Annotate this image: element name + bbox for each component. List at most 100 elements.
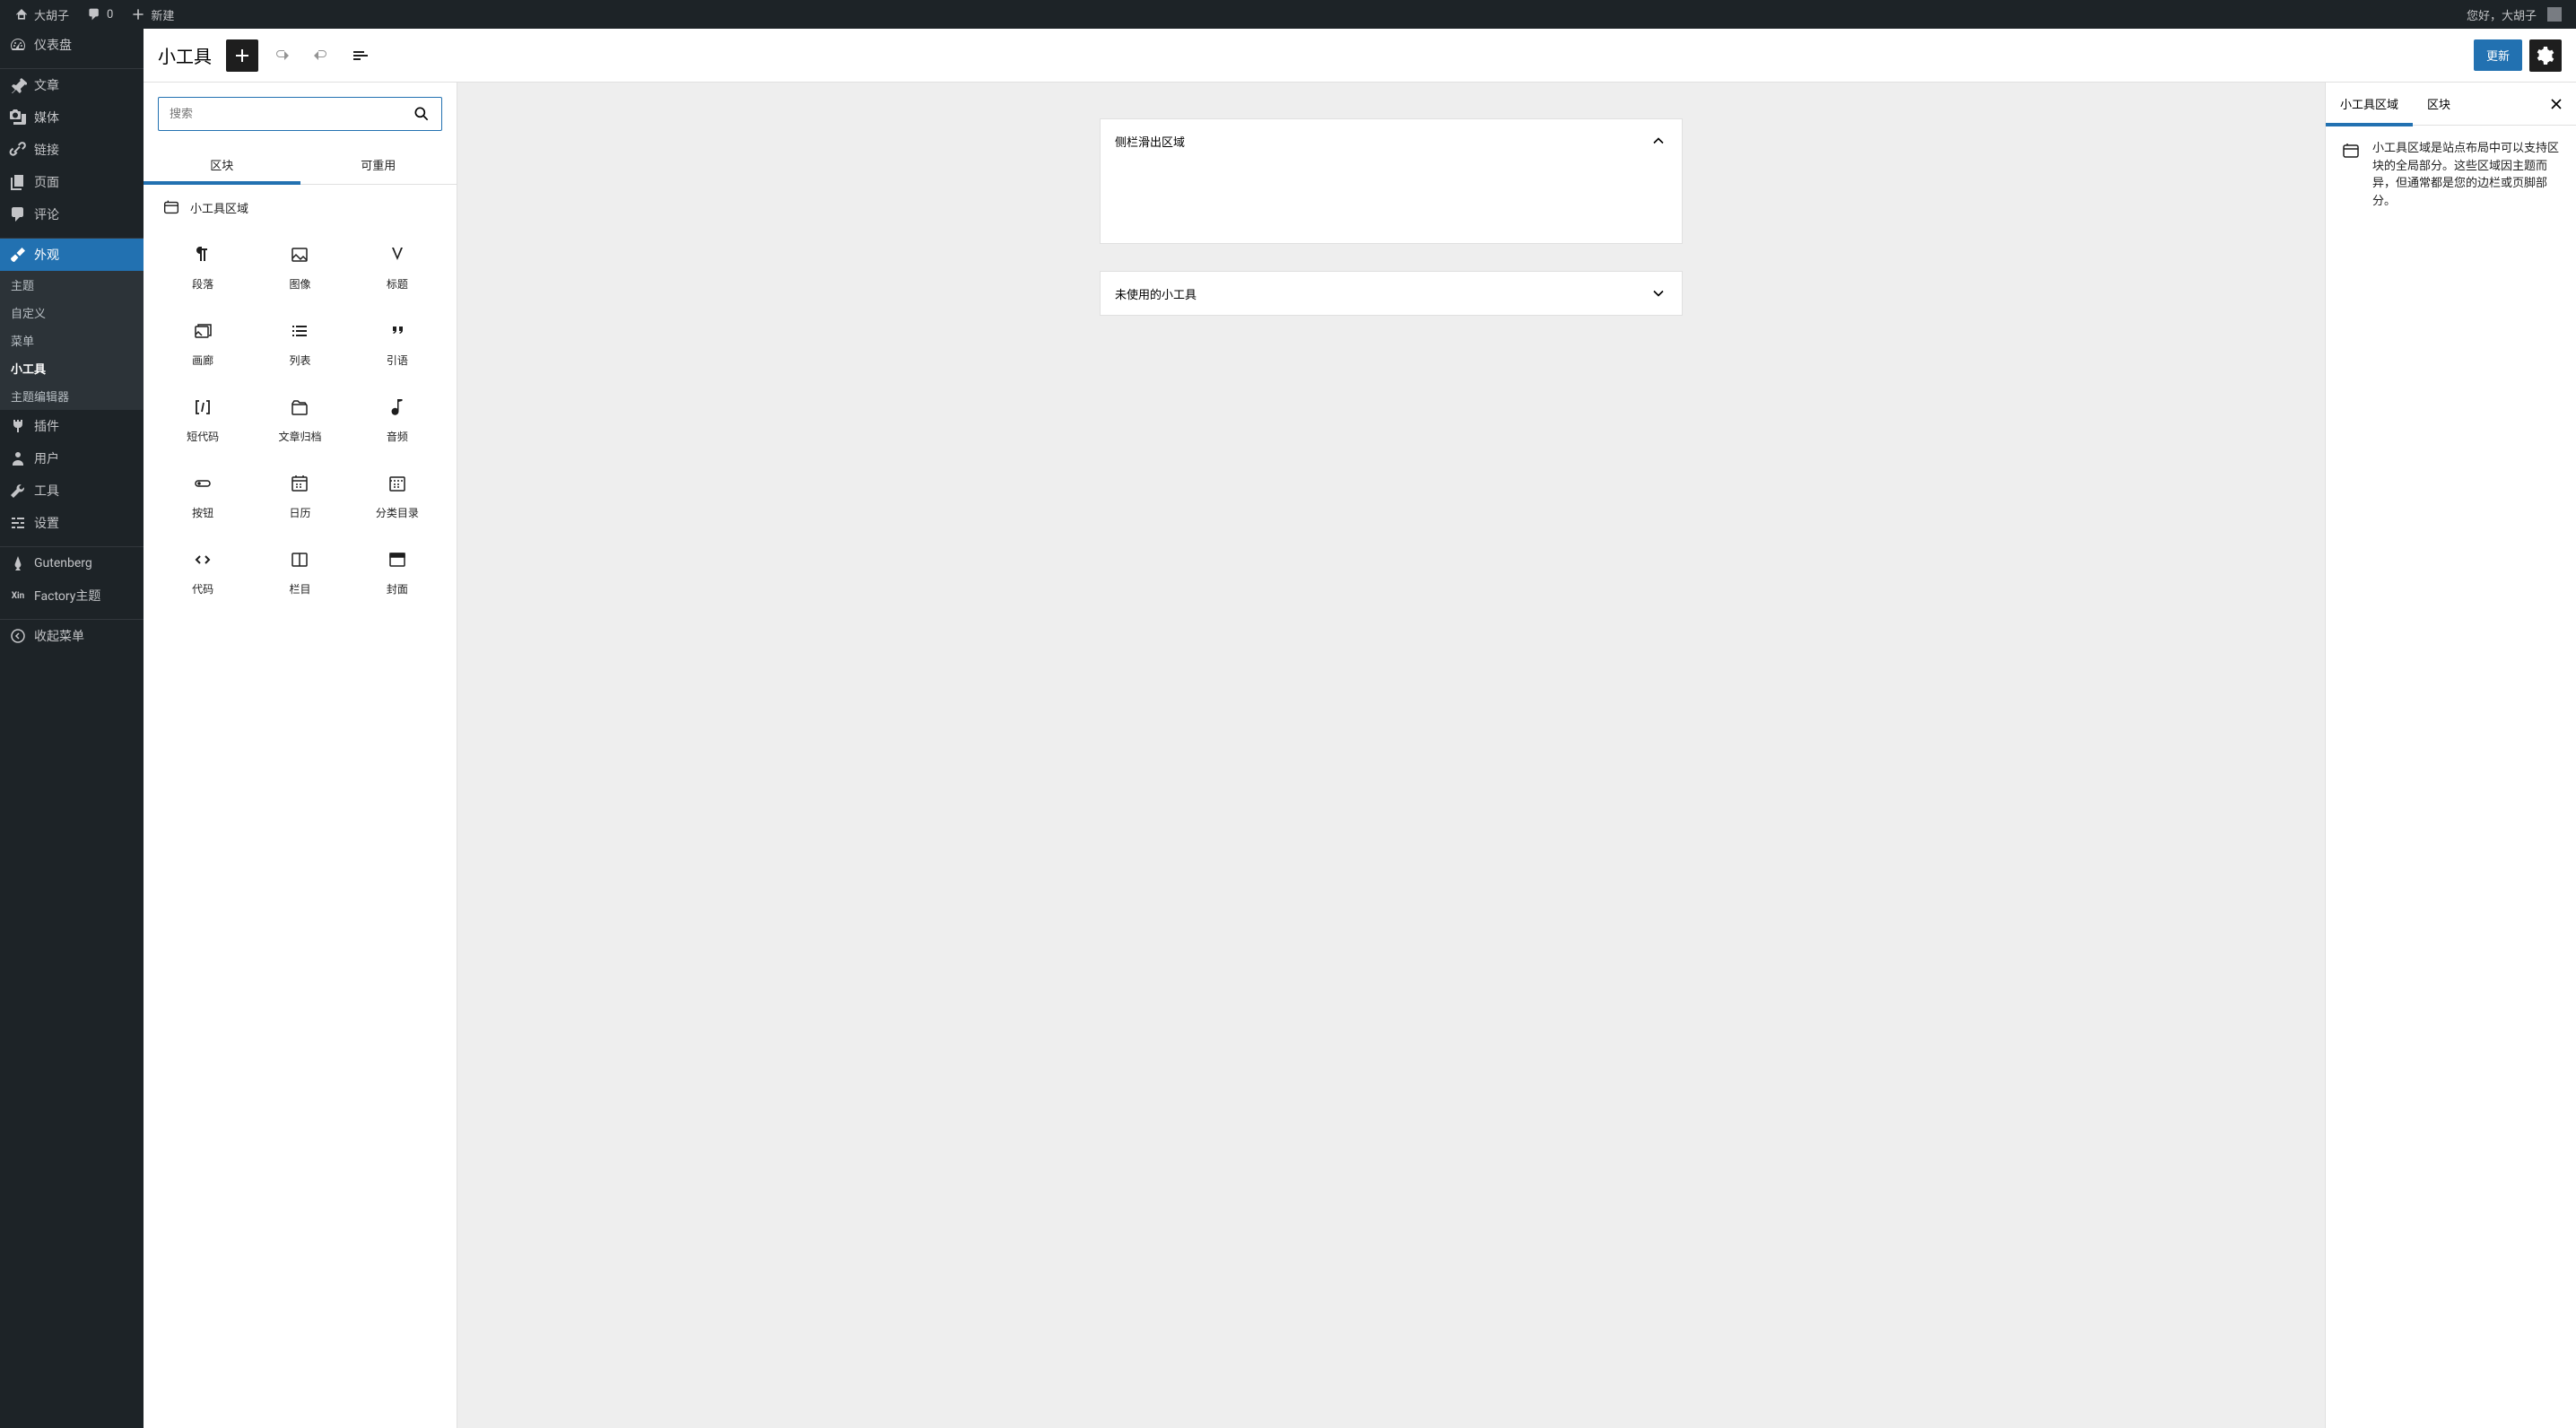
calendar-icon [289,473,310,494]
block-item-paragraph[interactable]: 段落 [154,230,251,306]
block-label: 短代码 [187,429,219,444]
dashboard-icon [9,36,27,54]
block-item-categories[interactable]: 分类目录 [349,458,446,535]
gallery-icon [192,320,213,342]
quote-icon [387,320,408,342]
block-label: 音频 [387,429,408,444]
submenu-widgets[interactable]: 小工具 [0,354,144,382]
panel-title: 未使用的小工具 [1115,285,1197,302]
link-icon [9,141,27,159]
media-icon [9,109,27,126]
block-label: 代码 [192,581,213,596]
redo-icon [310,45,332,66]
block-item-list[interactable]: 列表 [251,306,348,382]
columns-icon [289,549,310,570]
page-icon [9,173,27,191]
sidebar-item-comments[interactable]: 评论 [0,198,144,231]
heading-icon [387,244,408,266]
block-item-calendar[interactable]: 日历 [251,458,348,535]
block-item-quote[interactable]: 引语 [349,306,446,382]
site-home-link[interactable]: 大胡子 [7,0,76,29]
paragraph-icon [192,244,213,266]
update-button[interactable]: 更新 [2474,39,2522,71]
block-item-audio[interactable]: 音频 [349,382,446,458]
block-item-gallery[interactable]: 画廊 [154,306,251,382]
block-item-code[interactable]: 代码 [154,535,251,611]
search-box[interactable] [158,97,442,131]
list-icon [289,320,310,342]
settings-panel: 小工具区域 区块 小工具区域是站点布局中可以支持区块的全局部分。这些区域因主题而… [2325,83,2576,1428]
tab-reusable[interactable]: 可重用 [300,145,457,184]
panel-title: 侧栏滑出区域 [1115,133,1185,150]
comments-link[interactable]: 0 [80,0,120,29]
sidebar-collapse[interactable]: 收起菜单 [0,620,144,652]
block-label: 按钮 [192,505,213,520]
page-title: 小工具 [158,42,212,68]
block-label: 列表 [289,353,310,368]
categories-icon [387,473,408,494]
sidebar-item-media[interactable]: 媒体 [0,101,144,134]
undo-icon [271,45,292,66]
block-item-columns[interactable]: 栏目 [251,535,348,611]
sidebar-item-posts[interactable]: 文章 [0,69,144,101]
block-label: 封面 [387,581,408,596]
comment-icon [87,7,101,22]
button-icon [192,473,213,494]
sidebar-item-pages[interactable]: 页面 [0,166,144,198]
settings-tab-block[interactable]: 区块 [2413,83,2465,126]
unused-widgets-panel[interactable]: 未使用的小工具 [1100,271,1683,316]
sidebar-item-plugins[interactable]: 插件 [0,410,144,442]
block-item-shortcode[interactable]: 短代码 [154,382,251,458]
site-name: 大胡子 [34,6,69,23]
redo-button[interactable] [305,39,337,72]
sidebar-item-tools[interactable]: 工具 [0,475,144,507]
block-label: 文章归档 [278,429,321,444]
tab-blocks[interactable]: 区块 [144,145,300,184]
user-icon [9,449,27,467]
comments-icon [9,205,27,223]
block-item-archives[interactable]: 文章归档 [251,382,348,458]
pin-icon [9,76,27,94]
listview-icon [350,45,371,66]
block-inserter-panel: 区块 可重用 小工具区域 段落图像标题画廊列表 引语短代码 文章归档 音频按钮 日历分类… [144,83,457,1428]
sidebar-item-links[interactable]: 链接 [0,134,144,166]
sidebar-item-appearance[interactable]: 外观 [0,239,144,271]
new-content-link[interactable]: 新建 [124,0,181,29]
list-view-button[interactable] [344,39,377,72]
submenu-menus[interactable]: 菜单 [0,327,144,354]
shortcode-icon [192,396,213,418]
submenu-theme-editor[interactable]: 主题编辑器 [0,382,144,410]
undo-button[interactable] [265,39,298,72]
close-icon [2547,95,2565,113]
submenu-themes[interactable]: 主题 [0,271,144,299]
block-item-button[interactable]: 按钮 [154,458,251,535]
sidebar-item-gutenberg[interactable]: Gutenberg [0,547,144,579]
widget-area-icon [161,197,181,217]
plus-icon [231,45,253,66]
settings-tab-widget-area[interactable]: 小工具区域 [2326,83,2413,126]
inserter-section-header: 小工具区域 [144,185,457,230]
sidebar-item-dashboard[interactable]: 仪表盘 [0,29,144,61]
close-settings-button[interactable] [2540,88,2572,120]
cover-icon [387,549,408,570]
sidebar-item-factory[interactable]: XinFactory主题 [0,579,144,612]
widget-area-panel[interactable]: 侧栏滑出区域 [1100,118,1683,244]
sidebar-item-users[interactable]: 用户 [0,442,144,475]
editor-canvas: 侧栏滑出区域 未使用的小工具 [457,83,2325,1428]
admin-bar: 大胡子 0 新建 您好，大胡子 [0,0,2576,29]
account-link[interactable]: 您好，大胡子 [2459,0,2569,29]
chevron-down-icon [1649,284,1667,302]
avatar [2547,7,2562,22]
block-item-cover[interactable]: 封面 [349,535,446,611]
block-item-heading[interactable]: 标题 [349,230,446,306]
submenu-customize[interactable]: 自定义 [0,299,144,327]
block-item-image[interactable]: 图像 [251,230,348,306]
archives-icon [289,396,310,418]
sidebar-item-settings[interactable]: 设置 [0,507,144,539]
search-input[interactable] [170,108,413,121]
chevron-up-icon [1649,132,1667,150]
inserter-toggle-button[interactable] [226,39,258,72]
editor-header: 小工具 更新 [144,29,2576,83]
block-label: 分类目录 [376,505,419,520]
settings-toggle-button[interactable] [2529,39,2562,72]
